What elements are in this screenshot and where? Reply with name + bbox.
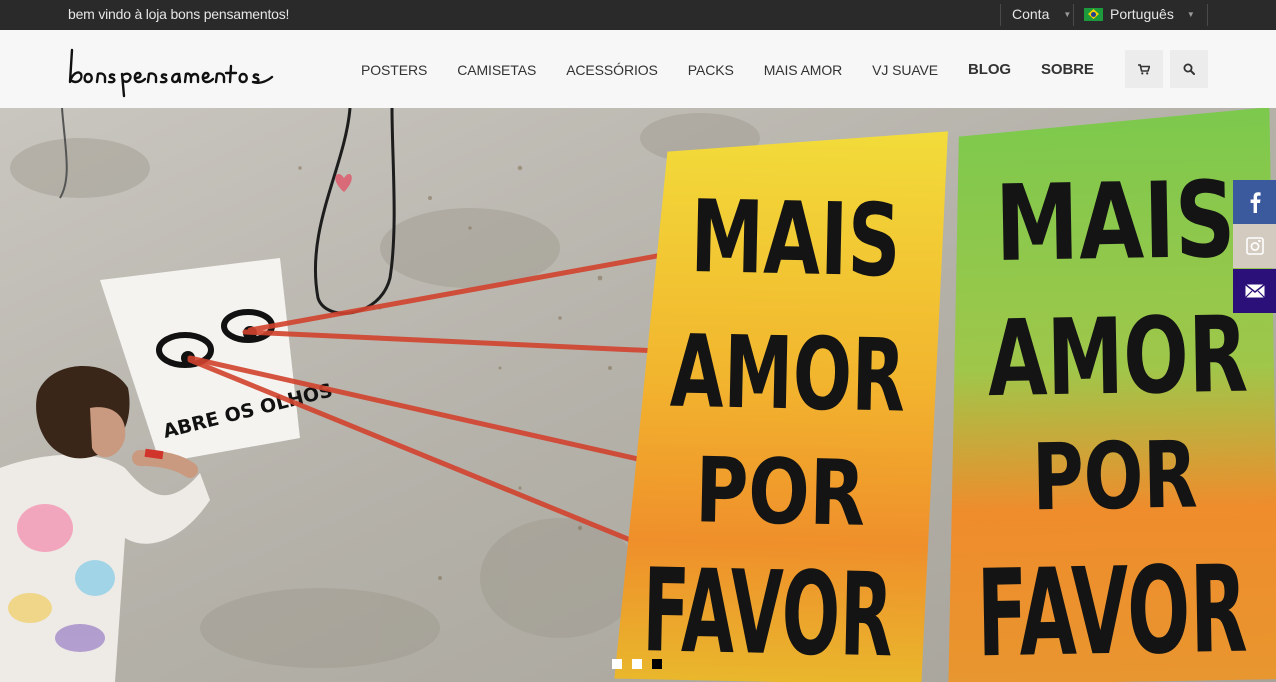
- poster-line-1: MAIS: [689, 178, 901, 299]
- language-dropdown[interactable]: Português ▼: [1084, 6, 1195, 22]
- poster-line-4: FAVOR: [641, 544, 894, 682]
- nav-item-mais-amor[interactable]: MAIS AMOR: [749, 62, 857, 78]
- poster-line-2: AMOR: [669, 313, 906, 435]
- poster-line-3: POR: [1031, 421, 1198, 531]
- cart-icon: [1138, 63, 1150, 74]
- welcome-message: bem vindo à loja bons pensamentos!: [68, 6, 290, 22]
- hero-image: ABRE OS OLHOS MAIS AMOR POR FAVOR MAIS A…: [0, 108, 1276, 682]
- nav-item-vj-suave[interactable]: VJ SUAVE: [857, 62, 953, 78]
- poster-line-4: FAVOR: [976, 541, 1248, 682]
- nav-item-packs[interactable]: PACKS: [673, 62, 749, 78]
- poster-line-2: AMOR: [987, 294, 1249, 421]
- instagram-button[interactable]: [1233, 224, 1276, 268]
- site-header: POSTERS CAMISETAS ACESSÓRIOS PACKS MAIS …: [0, 30, 1276, 108]
- search-icon: [1183, 63, 1195, 75]
- facebook-button[interactable]: [1233, 180, 1276, 224]
- cart-button[interactable]: [1125, 50, 1163, 88]
- slider-dot-3[interactable]: [652, 659, 662, 669]
- mail-icon: [1244, 284, 1265, 298]
- chevron-down-icon: ▼: [1186, 9, 1195, 19]
- nav-item-blog[interactable]: BLOG: [953, 61, 1026, 78]
- hero-slider[interactable]: ABRE OS OLHOS MAIS AMOR POR FAVOR MAIS A…: [0, 108, 1276, 682]
- brazil-flag-icon: [1084, 7, 1103, 21]
- nav-item-camisetas[interactable]: CAMISETAS: [442, 62, 551, 78]
- mail-button[interactable]: [1233, 269, 1276, 313]
- search-button[interactable]: [1170, 50, 1208, 88]
- account-dropdown[interactable]: Conta ▼: [1012, 6, 1071, 22]
- divider: [1073, 4, 1074, 26]
- facebook-icon: [1250, 192, 1261, 213]
- chevron-down-icon: ▼: [1063, 9, 1072, 19]
- slider-dot-2[interactable]: [632, 659, 642, 669]
- poster-line-1: MAIS: [994, 159, 1236, 285]
- divider: [1207, 4, 1208, 26]
- site-logo[interactable]: [66, 44, 276, 100]
- top-bar: bem vindo à loja bons pensamentos! Conta…: [0, 0, 1276, 30]
- language-label: Português: [1110, 6, 1174, 22]
- main-nav: POSTERS CAMISETAS ACESSÓRIOS PACKS MAIS …: [346, 61, 1109, 78]
- poster-line-3: POR: [694, 438, 866, 547]
- instagram-icon: [1245, 237, 1264, 255]
- slider-dot-1[interactable]: [612, 659, 622, 669]
- divider: [1000, 4, 1001, 26]
- slider-pagination: [612, 659, 662, 669]
- nav-item-acessorios[interactable]: ACESSÓRIOS: [551, 62, 673, 78]
- nav-item-sobre[interactable]: SOBRE: [1026, 61, 1109, 78]
- account-label: Conta: [1012, 6, 1050, 22]
- nav-item-posters[interactable]: POSTERS: [346, 62, 442, 78]
